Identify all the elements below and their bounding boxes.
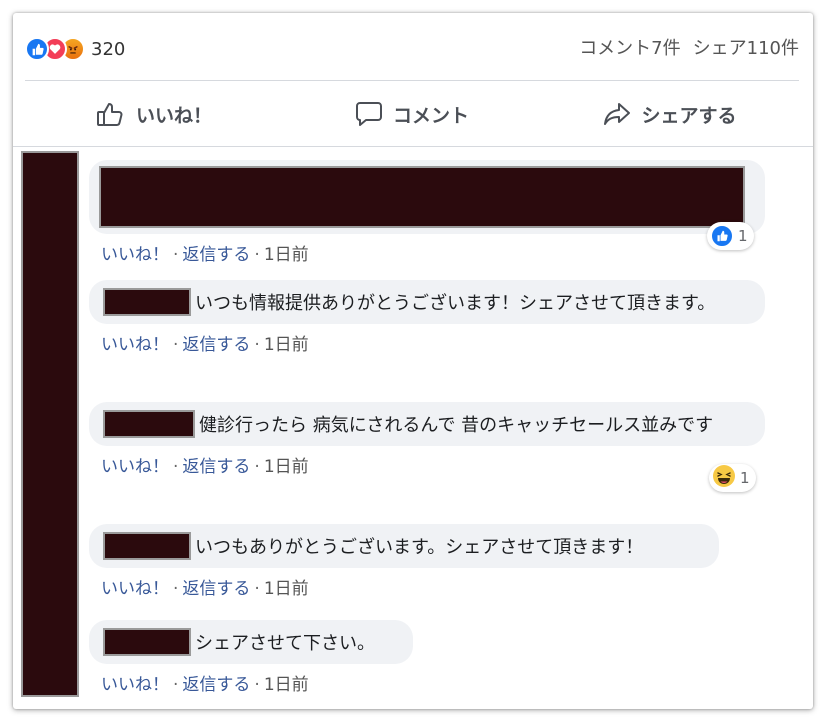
comment-like-link[interactable]: いいね！	[101, 675, 169, 695]
comment-like-link[interactable]: いいね！	[101, 245, 169, 265]
divider	[13, 146, 813, 147]
redacted-commenter-name[interactable]	[103, 410, 195, 438]
comment-text: 健診行ったら 病気にされるんで 昔のキャッチセールス並みです	[199, 415, 714, 436]
comment-bubble: シェアさせて下さい。	[89, 620, 413, 664]
share-arrow-icon	[603, 101, 631, 127]
reaction-badge[interactable]: 1	[707, 222, 754, 250]
comment-reply-link[interactable]: 返信する	[182, 457, 250, 477]
reaction-icons[interactable]: 320	[25, 35, 125, 63]
comment-reply-link[interactable]: 返信する	[182, 675, 250, 695]
redacted-avatars	[21, 151, 79, 697]
comment-like-link[interactable]: いいね！	[101, 579, 169, 599]
comment-meta: いいね！ · 返信する · 1日前	[101, 579, 309, 599]
comment-button[interactable]: コメント	[283, 93, 541, 135]
comment-bubble	[89, 160, 765, 234]
comment-item: シェアさせて下さい。 いいね！ · 返信する · 1日前	[89, 620, 413, 695]
comment-item: 1 いいね！ · 返信する · 1日前	[89, 160, 765, 265]
comment-timestamp[interactable]: 1日前	[264, 675, 309, 695]
comment-bubble: いつも情報提供ありがとうございます！シェアさせて頂きます。	[89, 280, 765, 324]
laugh-icon	[712, 464, 736, 492]
thumbs-up-icon	[96, 101, 126, 127]
comment-reply-link[interactable]: 返信する	[182, 335, 250, 355]
share-button[interactable]: シェアする	[541, 93, 799, 135]
reaction-badge-count: 1	[738, 227, 748, 245]
comment-meta: いいね！ · 返信する · 1日前	[101, 245, 309, 265]
comment-reply-link[interactable]: 返信する	[182, 579, 250, 599]
post-card: 320 コメント7件 シェア110件 いいね！ コメント シェアする 1 いいね…	[13, 13, 813, 709]
redacted-commenter-name[interactable]	[103, 628, 191, 656]
action-bar: いいね！ コメント シェアする	[25, 93, 799, 135]
comment-meta: いいね！ · 返信する · 1日前	[101, 457, 309, 477]
comment-text: いつもありがとうございます。シェアさせて頂きます！	[195, 537, 644, 558]
comment-timestamp[interactable]: 1日前	[264, 579, 309, 599]
like-button[interactable]: いいね！	[25, 93, 283, 135]
comment-text: シェアさせて下さい。	[195, 633, 375, 654]
comment-like-link[interactable]: いいね！	[101, 457, 169, 477]
reaction-badge-count: 1	[740, 469, 750, 487]
like-icon	[25, 37, 49, 61]
engagement-counts: コメント7件 シェア110件	[579, 35, 799, 63]
speech-bubble-icon	[355, 101, 383, 127]
comment-timestamp[interactable]: 1日前	[264, 245, 309, 265]
comment-meta: いいね！ · 返信する · 1日前	[101, 335, 309, 355]
comment-button-label: コメント	[392, 104, 469, 127]
comment-item: 健診行ったら 病気にされるんで 昔のキャッチセールス並みです 1 いいね！ · 返信…	[89, 402, 765, 492]
reaction-count: 320	[91, 38, 126, 60]
redacted-commenter-name[interactable]	[103, 288, 191, 316]
comment-like-link[interactable]: いいね！	[101, 335, 169, 355]
comment-item: いつもありがとうございます。シェアさせて頂きます！ いいね！ · 返信する · 1日前	[89, 524, 719, 599]
reaction-badge[interactable]: 1	[709, 464, 756, 492]
like-button-label: いいね！	[135, 104, 212, 127]
comment-item: いつも情報提供ありがとうございます！シェアさせて頂きます。 いいね！ · 返信する ·…	[89, 280, 765, 355]
comment-timestamp[interactable]: 1日前	[264, 335, 309, 355]
comment-bubble: 健診行ったら 病気にされるんで 昔のキャッチセールス並みです	[89, 402, 765, 446]
redacted-comment-text	[99, 166, 745, 228]
like-icon	[710, 224, 734, 248]
comment-count-link[interactable]: コメント7件	[579, 38, 680, 59]
comment-timestamp[interactable]: 1日前	[264, 457, 309, 477]
comment-meta: いいね！ · 返信する · 1日前	[101, 675, 309, 695]
share-count-link[interactable]: シェア110件	[693, 38, 799, 59]
share-button-label: シェアする	[641, 104, 737, 127]
comment-bubble: いつもありがとうございます。シェアさせて頂きます！	[89, 524, 719, 568]
reaction-summary: 320 コメント7件 シェア110件	[25, 35, 799, 65]
divider	[25, 80, 799, 81]
redacted-commenter-name[interactable]	[103, 532, 191, 560]
comment-reply-link[interactable]: 返信する	[182, 245, 250, 265]
comment-text: いつも情報提供ありがとうございます！シェアさせて頂きます。	[195, 293, 716, 314]
